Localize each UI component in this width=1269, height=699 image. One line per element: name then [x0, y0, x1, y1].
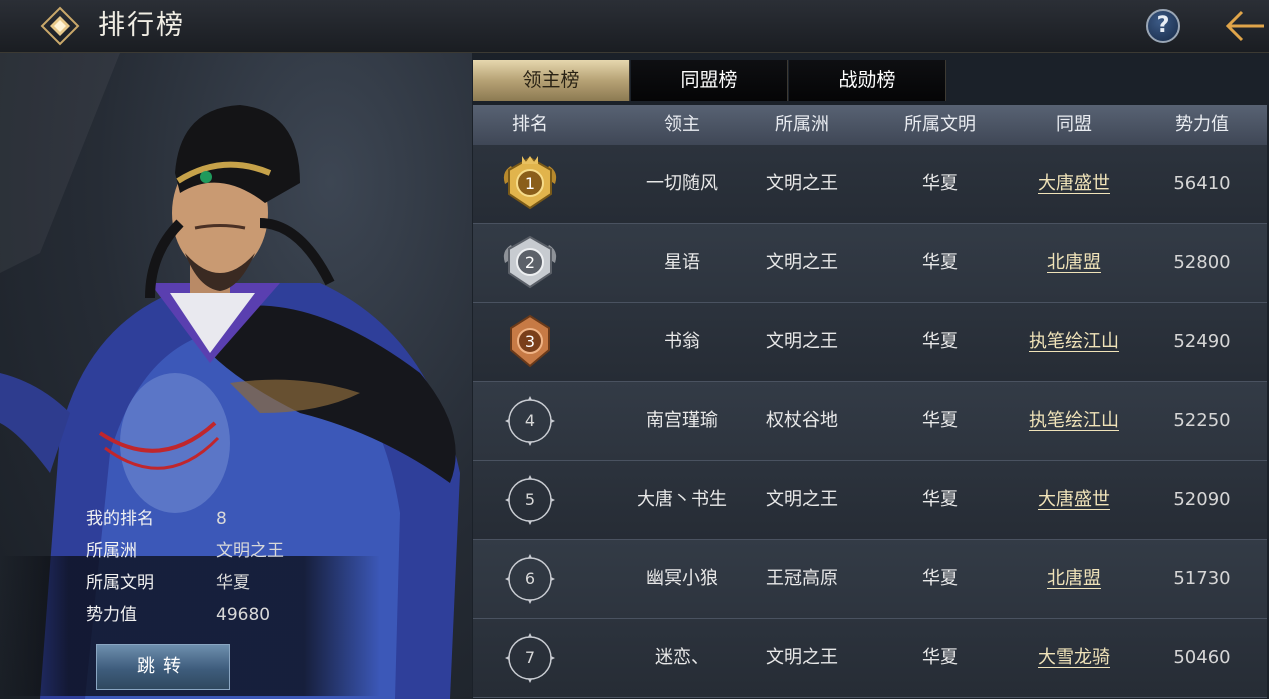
- continent-name: 文明之王: [766, 173, 838, 194]
- alliance-link[interactable]: 执笔绘江山: [1003, 303, 1145, 381]
- alliance-link[interactable]: 执笔绘江山: [1003, 382, 1145, 460]
- my-power-row: 势力值 49680: [86, 602, 270, 628]
- rank-number: 1: [524, 174, 536, 193]
- ranking-table: 排名 领主 所属洲 所属文明 同盟 势力值 1 一切随风 文明之王 华夏 大唐盛世 564…: [473, 105, 1267, 698]
- my-power-label: 势力值: [86, 605, 137, 625]
- civilization-name: 华夏: [922, 410, 958, 431]
- table-row[interactable]: 1 一切随风 文明之王 华夏 大唐盛世 56410: [473, 145, 1267, 224]
- power-value: 52090: [1173, 489, 1231, 510]
- help-button[interactable]: ?: [1146, 9, 1180, 43]
- civilization-name: 华夏: [922, 331, 958, 352]
- my-civ-label: 所属文明: [86, 573, 154, 593]
- rank-number: 5: [524, 490, 536, 509]
- col-header-rank: 排名: [512, 114, 548, 135]
- continent-name: 权杖谷地: [766, 410, 838, 431]
- table-row[interactable]: 2 星语 文明之王 华夏 北唐盟 52800: [473, 224, 1267, 303]
- power-value: 52490: [1173, 331, 1231, 352]
- tab-lord-ranking[interactable]: 领主榜: [473, 60, 630, 101]
- my-civ-value: 华夏: [216, 573, 250, 593]
- table-row[interactable]: 6 幽冥小狼 王冠高原 华夏 北唐盟 51730: [473, 540, 1267, 619]
- power-value: 52800: [1173, 252, 1231, 273]
- rank-number: 3: [524, 332, 536, 351]
- alliance-link[interactable]: 大唐盛世: [1003, 461, 1145, 539]
- my-rank-row: 我的排名 8: [86, 506, 227, 532]
- civilization-name: 华夏: [922, 173, 958, 194]
- continent-name: 王冠高原: [766, 568, 838, 589]
- lord-name[interactable]: 星语: [603, 224, 761, 302]
- lord-name[interactable]: 迷恋、: [603, 619, 761, 697]
- alliance-link[interactable]: 大雪龙骑: [1003, 619, 1145, 697]
- col-header-continent: 所属洲: [775, 114, 829, 135]
- table-row[interactable]: 3 书翁 文明之王 华夏 执笔绘江山 52490: [473, 303, 1267, 382]
- my-power-value: 49680: [216, 605, 271, 625]
- col-header-civilization: 所属文明: [904, 114, 976, 135]
- power-value: 52250: [1173, 410, 1231, 431]
- table-row[interactable]: 5 大唐丶书生 文明之王 华夏 大唐盛世 52090: [473, 461, 1267, 540]
- lord-name[interactable]: 幽冥小狼: [603, 540, 761, 618]
- my-rank-value: 8: [216, 509, 227, 529]
- tab-alliance-ranking[interactable]: 同盟榜: [631, 60, 788, 101]
- continent-name: 文明之王: [766, 647, 838, 668]
- my-continent-value: 文明之王: [216, 541, 284, 561]
- alliance-link[interactable]: 北唐盟: [1003, 540, 1145, 618]
- lord-name[interactable]: 南宫瑾瑜: [603, 382, 761, 460]
- continent-name: 文明之王: [766, 252, 838, 273]
- table-row[interactable]: 4 南宫瑾瑜 权杖谷地 华夏 执笔绘江山 52250: [473, 382, 1267, 461]
- lord-name[interactable]: 书翁: [603, 303, 761, 381]
- continent-name: 文明之王: [766, 331, 838, 352]
- alliance-link[interactable]: 大唐盛世: [1003, 145, 1145, 223]
- back-arrow-icon[interactable]: [1222, 8, 1266, 44]
- tab-merit-ranking[interactable]: 战勋榜: [789, 60, 946, 101]
- civilization-name: 华夏: [922, 568, 958, 589]
- rank-number: 7: [524, 648, 536, 667]
- top-bar: 排行榜 ?: [0, 0, 1269, 53]
- page-title: 排行榜: [98, 10, 185, 41]
- my-rank-label: 我的排名: [86, 509, 154, 529]
- lord-name[interactable]: 大唐丶书生: [603, 461, 761, 539]
- civilization-name: 华夏: [922, 489, 958, 510]
- col-header-alliance: 同盟: [1056, 114, 1092, 135]
- col-header-power: 势力值: [1175, 114, 1229, 135]
- my-continent-label: 所属洲: [86, 541, 137, 561]
- diamond-emblem-icon: [40, 6, 80, 46]
- power-value: 51730: [1173, 568, 1231, 589]
- jump-button[interactable]: 跳转: [96, 644, 230, 690]
- table-header: 排名 领主 所属洲 所属文明 同盟 势力值: [473, 105, 1267, 145]
- lord-name[interactable]: 一切随风: [603, 145, 761, 223]
- power-value: 50460: [1173, 647, 1231, 668]
- rank-number: 4: [524, 411, 536, 430]
- rank-number: 6: [524, 569, 536, 588]
- table-row[interactable]: 7 迷恋、 文明之王 华夏 大雪龙骑 50460: [473, 619, 1267, 698]
- alliance-link[interactable]: 北唐盟: [1003, 224, 1145, 302]
- col-header-lord: 领主: [664, 114, 700, 135]
- power-value: 56410: [1173, 173, 1231, 194]
- rank-number: 2: [524, 253, 536, 272]
- my-continent-row: 所属洲 文明之王: [86, 538, 284, 564]
- continent-name: 文明之王: [766, 489, 838, 510]
- civilization-name: 华夏: [922, 252, 958, 273]
- my-civ-row: 所属文明 华夏: [86, 570, 250, 596]
- civilization-name: 华夏: [922, 647, 958, 668]
